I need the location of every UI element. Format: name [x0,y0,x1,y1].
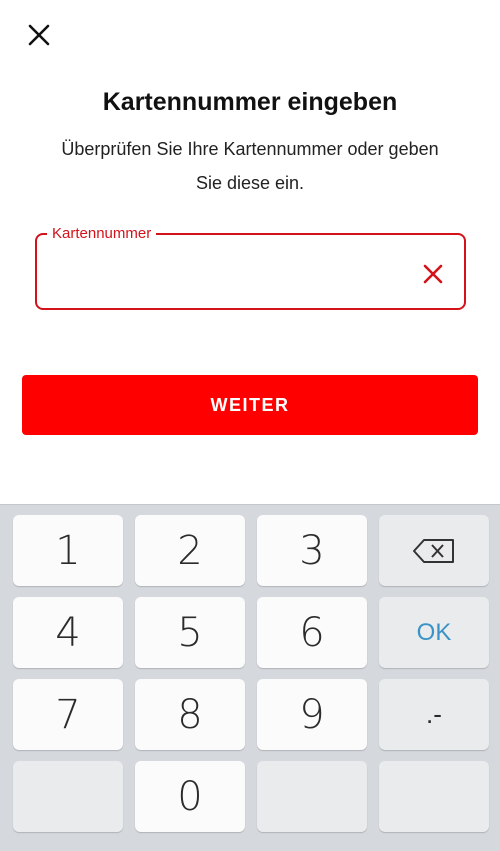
backspace-key[interactable] [379,515,489,586]
close-button[interactable] [24,20,54,50]
weiter-button[interactable]: WEITER [22,375,478,435]
key-8[interactable]: 8 [135,679,245,750]
key-3[interactable]: 3 [257,515,367,586]
backspace-icon [413,538,454,563]
symbol-key[interactable]: .- [379,679,489,750]
card-number-input[interactable] [51,255,411,289]
page-subtitle: Überprüfen Sie Ihre Kartennummer oder ge… [61,139,439,193]
blank-key-middle [257,761,367,832]
key-1[interactable]: 1 [13,515,123,586]
key-7[interactable]: 7 [13,679,123,750]
key-5[interactable]: 5 [135,597,245,668]
key-0[interactable]: 0 [135,761,245,832]
clear-icon [423,264,443,284]
page-title: Kartennummer eingeben [102,88,398,116]
card-number-label: Kartennummer [47,225,157,243]
numeric-keyboard: 1 2 3 4 5 6 OK 7 8 9 .- 0 [0,504,500,851]
clear-button[interactable] [422,263,444,285]
key-6[interactable]: 6 [257,597,367,668]
ok-key[interactable]: OK [379,597,489,668]
key-9[interactable]: 9 [257,679,367,750]
key-4[interactable]: 4 [13,597,123,668]
close-icon [28,24,50,46]
card-number-field[interactable]: Kartennummer [35,225,466,310]
blank-key-left [13,761,123,832]
key-2[interactable]: 2 [135,515,245,586]
blank-key-right [379,761,489,832]
